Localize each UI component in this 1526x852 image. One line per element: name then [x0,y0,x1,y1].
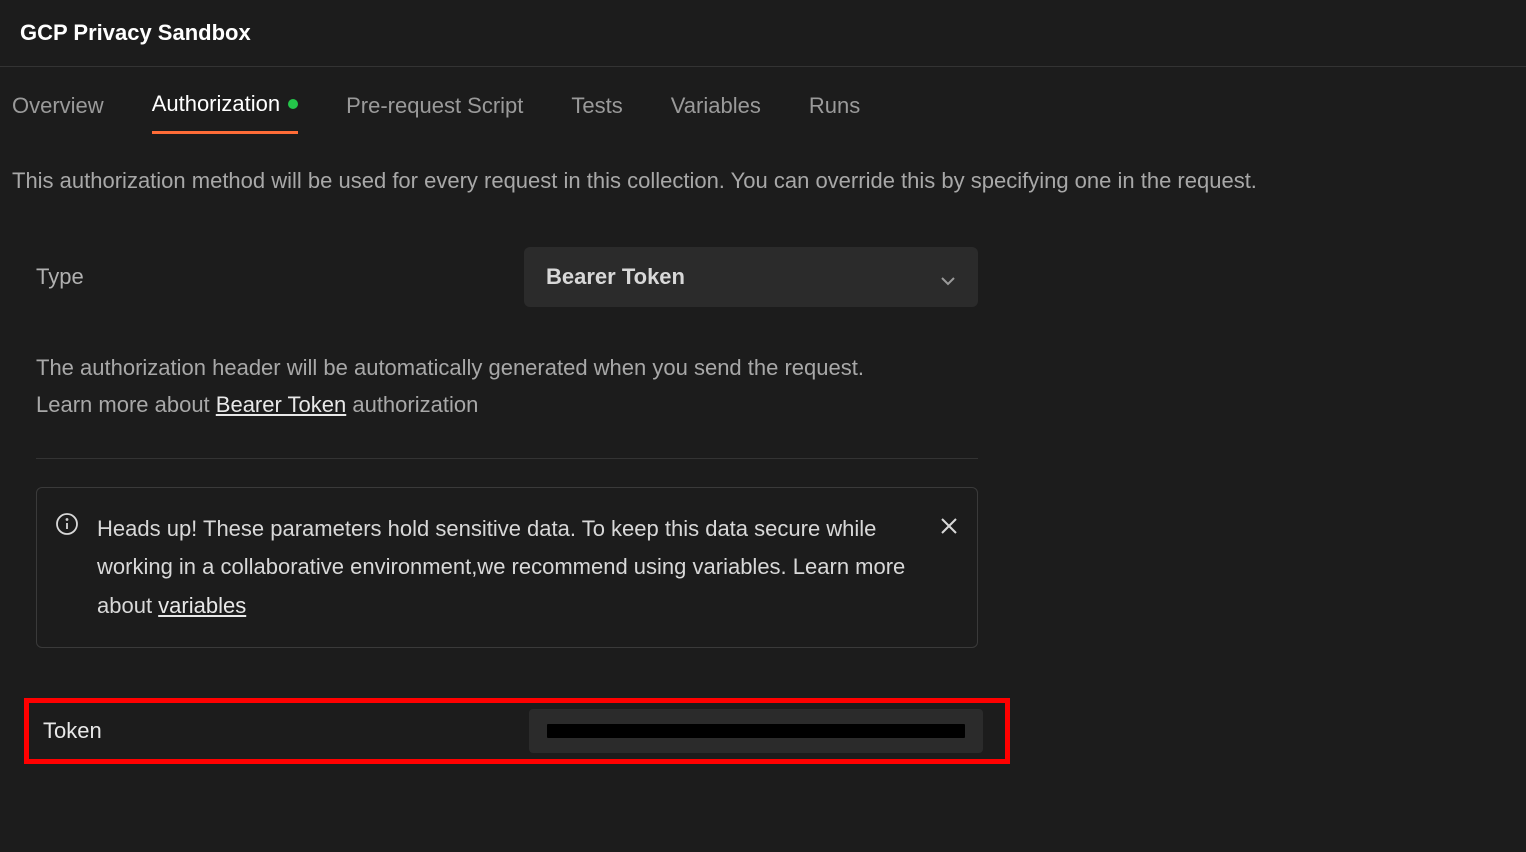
bearer-token-link[interactable]: Bearer Token [216,392,346,417]
auth-type-value: Bearer Token [546,264,685,290]
alert-text: Heads up! These parameters hold sensitiv… [97,510,957,626]
divider [36,458,978,459]
auth-description: This authorization method will be used f… [0,134,1526,197]
tabs: Overview Authorization Pre-request Scrip… [0,67,1526,134]
tab-runs[interactable]: Runs [809,91,860,134]
auth-type-select[interactable]: Bearer Token [524,247,978,307]
tab-prerequest-script[interactable]: Pre-request Script [346,91,523,134]
modified-indicator-icon [288,99,298,109]
token-row-highlight: Token [24,698,1010,764]
tab-authorization[interactable]: Authorization [152,91,298,134]
tab-authorization-label: Authorization [152,91,280,117]
type-label: Type [36,264,524,290]
variables-link[interactable]: variables [158,593,246,618]
auth-helper-text: The authorization header will be automat… [36,349,1490,424]
token-input[interactable] [529,709,983,753]
sensitive-data-alert: Heads up! These parameters hold sensitiv… [36,487,978,649]
tab-overview[interactable]: Overview [12,91,104,134]
tab-variables[interactable]: Variables [671,91,761,134]
close-icon[interactable] [939,510,959,549]
token-label: Token [37,718,529,744]
token-value-redacted [547,724,965,738]
tab-tests[interactable]: Tests [571,91,622,134]
page-title: GCP Privacy Sandbox [20,20,1506,46]
info-icon [55,510,79,626]
chevron-down-icon [940,269,956,285]
